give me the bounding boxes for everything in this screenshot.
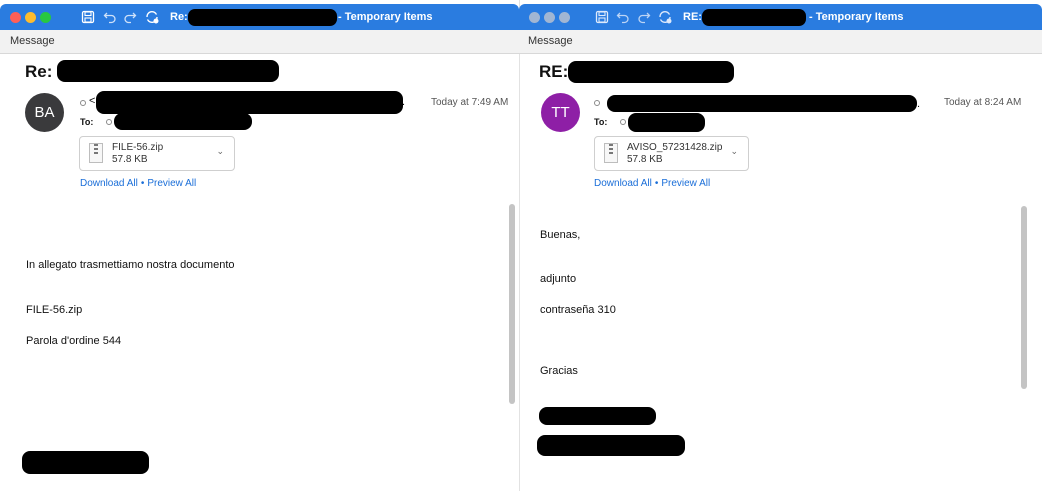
from-bracket: < bbox=[89, 95, 96, 107]
recipient-indicator bbox=[620, 119, 626, 125]
scroll-thumb[interactable] bbox=[1021, 206, 1027, 389]
body-line: Buenas, bbox=[540, 229, 581, 241]
attachment-chip[interactable]: AVISO_57231428.zip 57.8 KB ⌄ bbox=[594, 136, 749, 171]
body-line: contraseña 310 bbox=[540, 304, 616, 316]
body-line: FILE-56.zip bbox=[26, 304, 83, 316]
tab-message[interactable]: Message bbox=[10, 35, 55, 47]
tab-message[interactable]: Message bbox=[528, 35, 573, 47]
redacted-sender bbox=[96, 91, 403, 114]
close-button[interactable] bbox=[529, 12, 540, 23]
redacted-signature bbox=[22, 451, 149, 474]
attachment-name: FILE-56.zip bbox=[112, 142, 164, 153]
redacted-title bbox=[188, 9, 337, 26]
avatar: TT bbox=[541, 93, 580, 132]
save-icon[interactable] bbox=[594, 9, 610, 25]
minimize-button[interactable] bbox=[544, 12, 555, 23]
body-line: Parola d'ordine 544 bbox=[26, 335, 122, 347]
preview-all-link[interactable]: Preview All bbox=[661, 178, 710, 189]
body-line: In allegato trasmettiamo nostra document… bbox=[26, 259, 235, 271]
undo-icon[interactable] bbox=[615, 9, 631, 25]
attachment-actions: Download All • Preview All bbox=[594, 178, 710, 189]
redacted-subject bbox=[57, 60, 279, 82]
title-bar: RE: - Temporary Items bbox=[519, 4, 1042, 30]
scrollbar[interactable] bbox=[1020, 204, 1028, 483]
scroll-thumb[interactable] bbox=[509, 204, 515, 404]
mail-window-right: RE: - Temporary Items Message RE: TT . T… bbox=[519, 0, 1042, 491]
scrollbar[interactable] bbox=[508, 204, 516, 483]
preview-all-link[interactable]: Preview All bbox=[147, 178, 196, 189]
title-bar: Re: - Temporary Items bbox=[0, 4, 519, 30]
separator: • bbox=[140, 178, 145, 189]
avatar: BA bbox=[25, 93, 64, 132]
subject-prefix: Re: bbox=[25, 62, 53, 81]
download-all-link[interactable]: Download All bbox=[594, 178, 652, 189]
redacted-subject bbox=[568, 61, 734, 83]
received-time: Today at 7:49 AM bbox=[431, 97, 509, 108]
undo-icon[interactable] bbox=[102, 9, 118, 25]
recipient-indicator bbox=[106, 119, 112, 125]
title-subject-prefix: RE: bbox=[683, 11, 702, 23]
minimize-button[interactable] bbox=[25, 12, 36, 23]
zoom-button[interactable] bbox=[559, 12, 570, 23]
to-label: To: bbox=[594, 117, 608, 127]
download-all-link[interactable]: Download All bbox=[80, 178, 138, 189]
window-controls bbox=[529, 12, 574, 30]
presence-indicator bbox=[80, 100, 86, 106]
redo-icon[interactable] bbox=[122, 9, 138, 25]
subject-prefix: RE: bbox=[539, 62, 569, 81]
redacted-title bbox=[702, 9, 806, 26]
mail-window-left: Re: - Temporary Items Message Re: BA < .… bbox=[0, 0, 519, 491]
redacted-sender bbox=[607, 95, 917, 112]
save-icon[interactable] bbox=[80, 9, 96, 25]
from-dot: . bbox=[917, 98, 921, 110]
window-controls bbox=[10, 12, 55, 30]
zip-file-icon bbox=[604, 143, 618, 163]
close-button[interactable] bbox=[10, 12, 21, 23]
window-divider bbox=[519, 0, 520, 491]
from-dot: . bbox=[402, 96, 406, 108]
zip-file-icon bbox=[89, 143, 103, 163]
title-suffix: - Temporary Items bbox=[809, 11, 904, 23]
sync-icon[interactable] bbox=[657, 9, 673, 25]
redo-icon[interactable] bbox=[636, 9, 652, 25]
ribbon: Message bbox=[519, 30, 1042, 54]
zoom-button[interactable] bbox=[40, 12, 51, 23]
received-time: Today at 8:24 AM bbox=[944, 97, 1022, 108]
chevron-down-icon[interactable]: ⌄ bbox=[216, 146, 224, 157]
redacted-recipient bbox=[114, 113, 252, 130]
presence-indicator bbox=[594, 100, 600, 106]
redacted-signature-line-1 bbox=[539, 407, 656, 425]
attachment-chip[interactable]: FILE-56.zip 57.8 KB ⌄ bbox=[79, 136, 235, 171]
chevron-down-icon[interactable]: ⌄ bbox=[730, 146, 738, 157]
ribbon: Message bbox=[0, 30, 519, 54]
sync-icon[interactable] bbox=[144, 9, 160, 25]
to-label: To: bbox=[80, 117, 94, 127]
separator: • bbox=[654, 178, 659, 189]
attachment-actions: Download All • Preview All bbox=[80, 178, 196, 189]
redacted-signature-line-2 bbox=[537, 435, 685, 456]
body-line: adjunto bbox=[540, 273, 577, 285]
title-subject-prefix: Re: bbox=[170, 11, 188, 23]
title-suffix: - Temporary Items bbox=[338, 11, 433, 23]
attachment-name: AVISO_57231428.zip bbox=[627, 142, 723, 153]
attachment-size: 57.8 KB bbox=[627, 154, 663, 165]
body-line: Gracias bbox=[540, 365, 578, 377]
attachment-size: 57.8 KB bbox=[112, 154, 148, 165]
redacted-recipient bbox=[628, 113, 705, 132]
